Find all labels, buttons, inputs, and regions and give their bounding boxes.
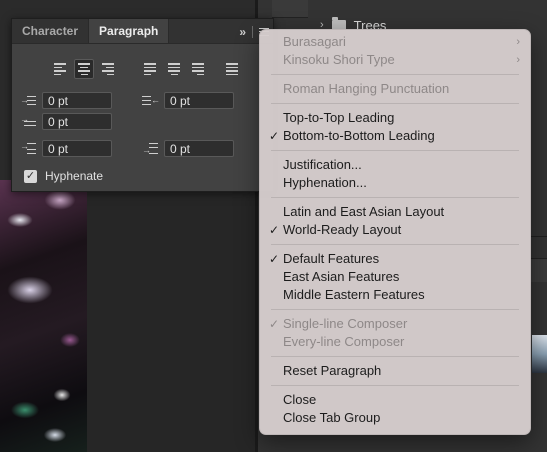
menu-item-roman-hanging-punctuation: Roman Hanging Punctuation bbox=[260, 80, 530, 98]
menu-item-latin-and-east-asian-layout[interactable]: Latin and East Asian Layout bbox=[260, 203, 530, 221]
menu-item-middle-eastern-features[interactable]: Middle Eastern Features bbox=[260, 286, 530, 304]
menu-item-label: Bottom-to-Bottom Leading bbox=[283, 128, 435, 143]
tab-character[interactable]: Character bbox=[12, 19, 90, 43]
first-line-indent-field[interactable]: 0 pt bbox=[42, 113, 112, 130]
menu-item-label: World-Ready Layout bbox=[283, 222, 402, 237]
menu-item-burasagari: Burasagari › bbox=[260, 33, 530, 51]
collapse-icon[interactable]: » bbox=[239, 25, 246, 39]
tab-paragraph[interactable]: Paragraph bbox=[89, 19, 170, 43]
left-indent-field[interactable]: 0 pt bbox=[42, 92, 112, 109]
right-indent-field[interactable]: 0 pt bbox=[164, 92, 234, 109]
panel-tab-bar: Character Paragraph » bbox=[12, 19, 273, 44]
menu-item-label: Burasagari bbox=[283, 34, 346, 49]
menu-item-default-features[interactable]: ✓ Default Features bbox=[260, 250, 530, 268]
checkmark-icon: ✓ bbox=[269, 223, 280, 237]
menu-separator bbox=[271, 356, 519, 357]
first-line-indent-row: → 0 pt bbox=[20, 113, 112, 130]
space-after-icon: → bbox=[142, 142, 158, 156]
menu-item-label: Kinsoku Shori Type bbox=[283, 52, 395, 67]
menu-separator bbox=[271, 244, 519, 245]
justify-last-center-button[interactable] bbox=[164, 59, 184, 79]
space-before-icon: → bbox=[20, 141, 36, 156]
checkmark-icon: ✓ bbox=[269, 317, 280, 331]
menu-item-top-to-top-leading[interactable]: Top-to-Top Leading bbox=[260, 109, 530, 127]
paragraph-panel-menu: Burasagari › Kinsoku Shori Type › Roman Hang… bbox=[259, 29, 531, 435]
menu-item-reset-paragraph[interactable]: Reset Paragraph bbox=[260, 362, 530, 380]
menu-separator bbox=[271, 103, 519, 104]
right-indent-row: ← 0 pt bbox=[142, 92, 234, 109]
menu-item-east-asian-features[interactable]: East Asian Features bbox=[260, 268, 530, 286]
first-line-indent-icon: → bbox=[20, 114, 36, 129]
menu-separator bbox=[271, 197, 519, 198]
menu-item-label: Top-to-Top Leading bbox=[283, 110, 395, 125]
menu-separator bbox=[271, 74, 519, 75]
menu-item-label: East Asian Features bbox=[283, 269, 400, 284]
left-indent-icon: → bbox=[20, 94, 36, 108]
alignment-buttons bbox=[50, 59, 242, 79]
menu-separator bbox=[271, 150, 519, 151]
menu-item-label: Close bbox=[283, 392, 317, 407]
space-before-field[interactable]: 0 pt bbox=[42, 140, 112, 157]
canvas-background bbox=[87, 180, 257, 452]
menu-item-close-tab-group[interactable]: Close Tab Group bbox=[260, 409, 530, 427]
layers-divider bbox=[530, 236, 547, 237]
tools-separator bbox=[252, 25, 253, 38]
menu-item-every-line-composer: Every-line Composer bbox=[260, 333, 530, 351]
layers-toolbar bbox=[530, 258, 547, 282]
canvas-photo bbox=[0, 180, 87, 452]
justify-last-left-button[interactable] bbox=[140, 59, 160, 79]
hyphenate-option[interactable]: ✓ Hyphenate bbox=[24, 169, 103, 183]
menu-item-label: Hyphenation... bbox=[283, 175, 367, 190]
menu-item-close[interactable]: Close bbox=[260, 391, 530, 409]
layer-thumbnail[interactable] bbox=[532, 335, 547, 373]
menu-item-label: Close Tab Group bbox=[283, 410, 381, 425]
panel-dock-tab[interactable] bbox=[272, 0, 308, 18]
checkmark-icon: ✓ bbox=[269, 252, 280, 266]
menu-item-label: Justification... bbox=[283, 157, 362, 172]
menu-item-bottom-to-bottom-leading[interactable]: ✓ Bottom-to-Bottom Leading bbox=[260, 127, 530, 145]
menu-item-label: Roman Hanging Punctuation bbox=[283, 81, 450, 96]
menu-item-label: Every-line Composer bbox=[283, 334, 405, 349]
menu-item-label: Single-line Composer bbox=[283, 316, 408, 331]
space-after-field[interactable]: 0 pt bbox=[164, 140, 234, 157]
menu-item-hyphenation[interactable]: Hyphenation... bbox=[260, 174, 530, 192]
menu-separator bbox=[271, 309, 519, 310]
hyphenate-checkbox[interactable]: ✓ bbox=[24, 169, 37, 183]
justify-all-button[interactable] bbox=[222, 59, 242, 79]
submenu-chevron-icon: › bbox=[516, 36, 520, 48]
menu-item-label: Middle Eastern Features bbox=[283, 287, 425, 302]
checkmark-icon: ✓ bbox=[269, 129, 280, 143]
menu-item-world-ready-layout[interactable]: ✓ World-Ready Layout bbox=[260, 221, 530, 239]
menu-item-single-line-composer: ✓ Single-line Composer bbox=[260, 315, 530, 333]
menu-item-kinsoku-shori-type: Kinsoku Shori Type › bbox=[260, 51, 530, 69]
right-indent-icon: ← bbox=[142, 94, 160, 108]
menu-item-label: Reset Paragraph bbox=[283, 363, 382, 378]
align-center-button[interactable] bbox=[74, 59, 94, 79]
menu-item-label: Latin and East Asian Layout bbox=[283, 204, 445, 219]
align-right-button[interactable] bbox=[98, 59, 118, 79]
menu-item-label: Default Features bbox=[283, 251, 380, 266]
hyphenate-label: Hyphenate bbox=[45, 169, 104, 183]
justify-last-right-button[interactable] bbox=[188, 59, 208, 79]
paragraph-panel: Character Paragraph » → 0 pt ← 0 pt → 0 … bbox=[11, 18, 274, 192]
space-after-row: → 0 pt bbox=[142, 140, 234, 157]
left-indent-row: → 0 pt bbox=[20, 92, 112, 109]
align-left-button[interactable] bbox=[50, 59, 70, 79]
menu-separator bbox=[271, 385, 519, 386]
submenu-chevron-icon: › bbox=[516, 54, 520, 66]
space-before-row: → 0 pt bbox=[20, 140, 112, 157]
menu-item-justification[interactable]: Justification... bbox=[260, 156, 530, 174]
